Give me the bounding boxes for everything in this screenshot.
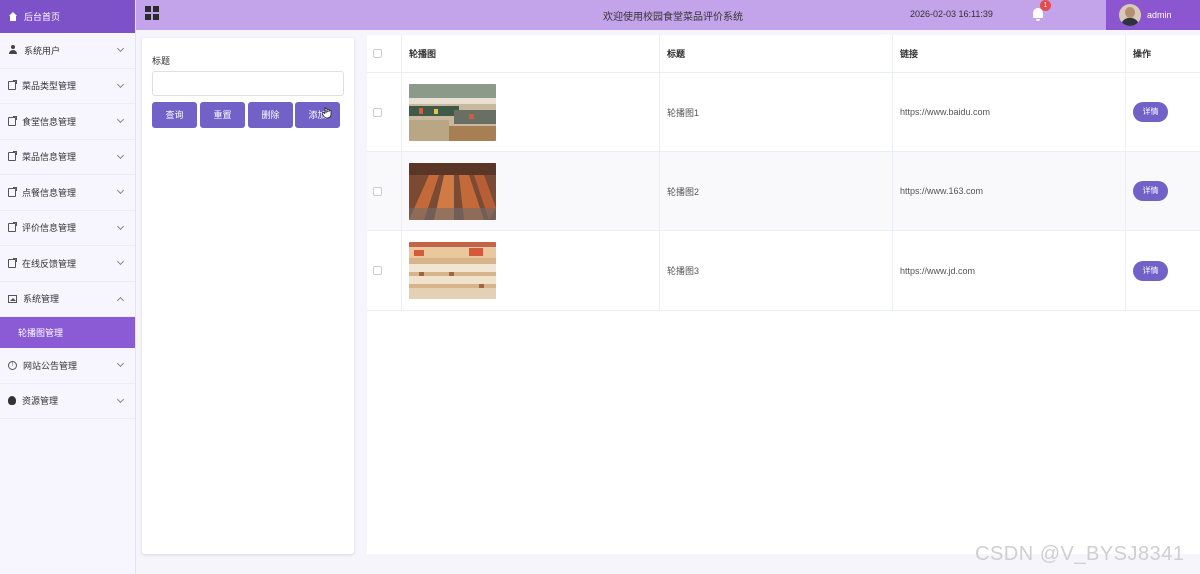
sidebar-item-resources[interactable]: 资源管理: [0, 384, 135, 419]
sidebar-item-label: 资源管理: [22, 396, 59, 407]
title-cell: 轮播图3: [660, 231, 893, 310]
action-cell: 详情: [1126, 231, 1200, 310]
menu-grid-icon[interactable]: [145, 6, 159, 20]
avatar: [1119, 4, 1141, 26]
sidebar-item-label: 点餐信息管理: [22, 187, 77, 198]
document-icon: [8, 151, 17, 162]
detail-button[interactable]: 详情: [1133, 260, 1168, 281]
watermark: CSDN @V_BYSJ8341: [975, 543, 1185, 565]
chevron-down-icon: [116, 359, 125, 368]
sidebar-item-home[interactable]: 后台首页: [0, 0, 135, 33]
sidebar-item-canteen-info[interactable]: 食堂信息管理: [0, 104, 135, 140]
action-cell: 详情: [1126, 73, 1200, 151]
select-all-cell: [367, 35, 402, 72]
sidebar-item-announcements[interactable]: ! 网站公告管理: [0, 348, 135, 384]
search-panel: 标题 查询 重置 删除 添加: [142, 38, 354, 554]
detail-button[interactable]: 详情: [1133, 181, 1168, 201]
sidebar-item-system-users[interactable]: 系统用户: [0, 33, 135, 69]
sidebar-item-dish-type[interactable]: 菜品类型管理: [0, 69, 135, 104]
document-icon: [8, 222, 17, 233]
add-button[interactable]: 添加: [295, 102, 340, 128]
info-icon: !: [8, 360, 17, 370]
table-header-row: 轮播图 标题 链接 操作: [367, 35, 1200, 73]
document-icon: [8, 80, 17, 91]
sidebar-item-order-info[interactable]: 点餐信息管理: [0, 175, 135, 211]
table-row: 轮播图1 https://www.baidu.com 详情: [367, 73, 1200, 152]
chevron-down-icon: [116, 151, 125, 159]
col-header-title: 标题: [660, 35, 893, 72]
carousel-table: 轮播图 标题 链接 操作 轮播图1 https://www.baidu.com: [367, 35, 1200, 554]
sidebar-item-label: 在线反馈管理: [22, 258, 77, 269]
detail-button[interactable]: 详情: [1133, 102, 1168, 122]
row-select-cell: [367, 152, 402, 230]
sidebar-item-label: 菜品信息管理: [22, 152, 77, 163]
image-icon: [8, 294, 17, 303]
sidebar-subitem-carousel[interactable]: 轮播图管理: [0, 317, 135, 348]
title-search-input[interactable]: [152, 71, 344, 96]
sidebar-item-label: 评价信息管理: [22, 223, 77, 234]
datetime: 2026-02-03 16:11:39: [910, 9, 993, 19]
sidebar-item-label: 轮播图管理: [18, 328, 64, 338]
sidebar-item-label: 后台首页: [24, 12, 61, 22]
chevron-down-icon: [116, 257, 125, 266]
sidebar-item-label: 网站公告管理: [23, 360, 78, 371]
home-icon: [8, 11, 18, 22]
hand-cursor-icon: [322, 107, 332, 119]
document-icon: [8, 115, 17, 126]
chevron-down-icon: [116, 80, 125, 88]
chevron-down-icon: [116, 44, 125, 53]
col-header-action: 操作: [1133, 49, 1152, 59]
link-cell: https://www.163.com: [893, 152, 1126, 230]
page-title: 欢迎使用校园食堂菜品评价系统: [603, 12, 743, 23]
sidebar: 后台首页 系统用户 菜品类型管理 食堂信息管理 菜品信息管理 点餐信息管理 评价…: [0, 0, 136, 574]
sidebar-item-system-management[interactable]: 系统管理: [0, 282, 135, 317]
document-icon: [8, 186, 17, 197]
username: admin: [1147, 10, 1172, 20]
link-cell: https://www.jd.com: [893, 231, 1126, 310]
row-select-cell: [367, 73, 402, 151]
sidebar-item-label: 菜品类型管理: [22, 81, 77, 92]
carousel-thumbnail[interactable]: [409, 242, 496, 299]
col-header-link: 链接: [893, 35, 1126, 72]
bulb-icon: [8, 396, 16, 406]
document-icon: [8, 257, 17, 268]
sidebar-item-label: 系统用户: [24, 45, 61, 56]
query-button[interactable]: 查询: [152, 102, 197, 128]
link-cell: https://www.baidu.com: [893, 73, 1126, 151]
image-cell: [402, 231, 660, 310]
chevron-down-icon: [116, 222, 125, 230]
reset-button[interactable]: 重置: [200, 102, 245, 128]
title-label: 标题: [152, 56, 171, 66]
notification-badge: 1: [1040, 0, 1051, 11]
sidebar-item-label: 食堂信息管理: [22, 116, 77, 127]
carousel-thumbnail[interactable]: [409, 83, 496, 141]
user-icon: [8, 45, 18, 55]
title-cell: 轮播图1: [660, 73, 893, 151]
sidebar-item-feedback[interactable]: 在线反馈管理: [0, 246, 135, 282]
carousel-thumbnail[interactable]: [409, 162, 496, 220]
row-checkbox[interactable]: [373, 266, 382, 275]
row-select-cell: [367, 231, 402, 310]
row-checkbox[interactable]: [373, 107, 382, 117]
chevron-down-icon: [116, 186, 125, 195]
image-cell: [402, 152, 660, 230]
top-header: 欢迎使用校园食堂菜品评价系统 2026-02-03 16:11:39 1 adm…: [136, 0, 1200, 30]
col-header-image: 轮播图: [402, 35, 660, 72]
row-checkbox[interactable]: [373, 186, 382, 196]
delete-button[interactable]: 删除: [248, 102, 293, 128]
table-row: 轮播图3 https://www.jd.com 详情: [367, 231, 1200, 311]
select-all-checkbox[interactable]: [373, 49, 382, 58]
user-menu[interactable]: admin: [1106, 0, 1200, 30]
chevron-down-icon: [116, 115, 125, 124]
chevron-down-icon: [116, 395, 125, 403]
sidebar-item-review-info[interactable]: 评价信息管理: [0, 211, 135, 246]
title-cell: 轮播图2: [660, 152, 893, 230]
chevron-up-icon: [116, 296, 125, 304]
image-cell: [402, 73, 660, 151]
table-row: 轮播图2 https://www.163.com 详情: [367, 152, 1200, 231]
sidebar-item-label: 系统管理: [23, 294, 60, 305]
sidebar-item-dish-info[interactable]: 菜品信息管理: [0, 140, 135, 175]
action-cell: 详情: [1126, 152, 1200, 230]
